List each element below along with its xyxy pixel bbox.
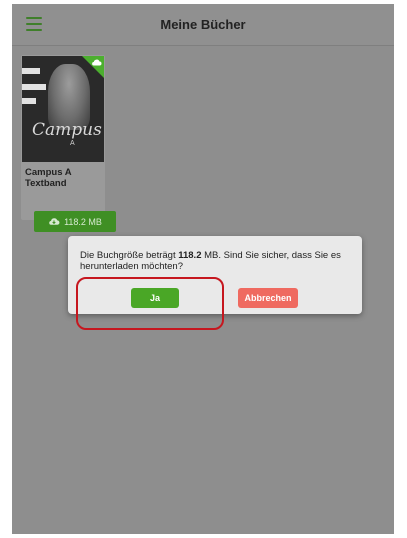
book-cover: Campus A [22,56,104,162]
cloud-download-icon [49,218,60,225]
confirm-button[interactable]: Ja [131,288,179,308]
dialog-message-prefix: Die Buchgröße beträgt [80,250,179,261]
cover-logo: Campus [32,120,102,140]
download-button[interactable]: 118.2 MB [34,211,116,232]
cover-subtitle: A [70,140,75,147]
dialog-message: Die Buchgröße beträgt 118.2 MB. Sind Sie… [80,250,350,272]
download-confirm-dialog: Die Buchgröße beträgt 118.2 MB. Sind Sie… [68,236,362,314]
dialog-size-value: 118.2 [178,250,202,261]
book-title: Campus A Textband [25,167,72,189]
book-card[interactable]: Campus A Campus A Textband [21,55,105,220]
cloud-icon [92,59,102,66]
page-title: Meine Bücher [160,17,246,32]
cancel-button[interactable]: Abbrechen [238,288,298,308]
top-bar: Meine Bücher [12,4,394,46]
download-size-label: 118.2 MB [64,216,102,227]
